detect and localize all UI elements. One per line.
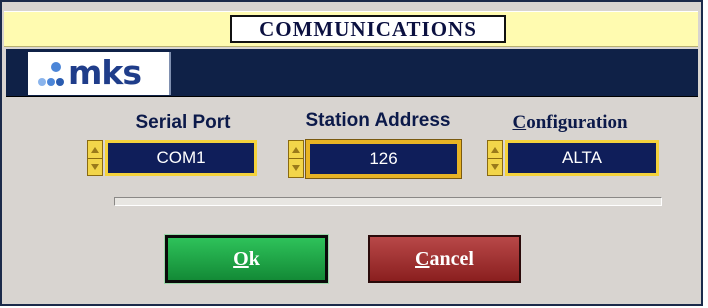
logo-text: mks bbox=[68, 53, 142, 92]
ok-label-rest: k bbox=[248, 247, 260, 270]
cancel-button[interactable]: Cancel bbox=[368, 235, 521, 283]
chevron-down-icon bbox=[91, 163, 99, 170]
cancel-label-rest: ancel bbox=[429, 247, 474, 270]
serial-port-spinner[interactable] bbox=[87, 140, 103, 176]
mks-logo: mks bbox=[28, 52, 171, 95]
configuration-label: Configuration bbox=[490, 112, 650, 134]
chevron-up-icon bbox=[491, 146, 499, 153]
serial-port-spin-down[interactable] bbox=[88, 158, 102, 175]
configuration-label-rest: onfiguration bbox=[526, 112, 628, 133]
ok-button[interactable]: Ok bbox=[164, 234, 329, 284]
configuration-spinner[interactable] bbox=[487, 140, 503, 176]
logo-dots-icon bbox=[38, 62, 64, 86]
ok-mnemonic: O bbox=[233, 247, 249, 270]
title-bar: COMMUNICATIONS bbox=[4, 11, 698, 47]
chevron-up-icon bbox=[91, 146, 99, 153]
configuration-spin-down[interactable] bbox=[488, 158, 502, 175]
station-address-label: Station Address bbox=[305, 110, 451, 131]
communications-dialog: COMMUNICATIONS mks Serial Port COM1 Stat… bbox=[0, 0, 703, 306]
configuration-spin-up[interactable] bbox=[488, 141, 502, 159]
progress-bar bbox=[114, 197, 662, 206]
station-address-spin-up[interactable] bbox=[289, 141, 303, 159]
chevron-down-icon bbox=[292, 164, 300, 171]
station-address-field[interactable]: 126 bbox=[305, 139, 462, 179]
chevron-up-icon bbox=[292, 146, 300, 153]
serial-port-label: Serial Port bbox=[135, 112, 231, 133]
brand-bar: mks bbox=[6, 49, 698, 97]
chevron-down-icon bbox=[491, 163, 499, 170]
station-address-spin-down[interactable] bbox=[289, 159, 303, 176]
dialog-title: COMMUNICATIONS bbox=[230, 15, 506, 43]
cancel-mnemonic: C bbox=[415, 247, 430, 270]
serial-port-field[interactable]: COM1 bbox=[105, 140, 257, 176]
configuration-mnemonic: C bbox=[512, 112, 527, 133]
configuration-field[interactable]: ALTA bbox=[505, 140, 659, 176]
serial-port-spin-up[interactable] bbox=[88, 141, 102, 159]
station-address-spinner[interactable] bbox=[288, 140, 304, 178]
